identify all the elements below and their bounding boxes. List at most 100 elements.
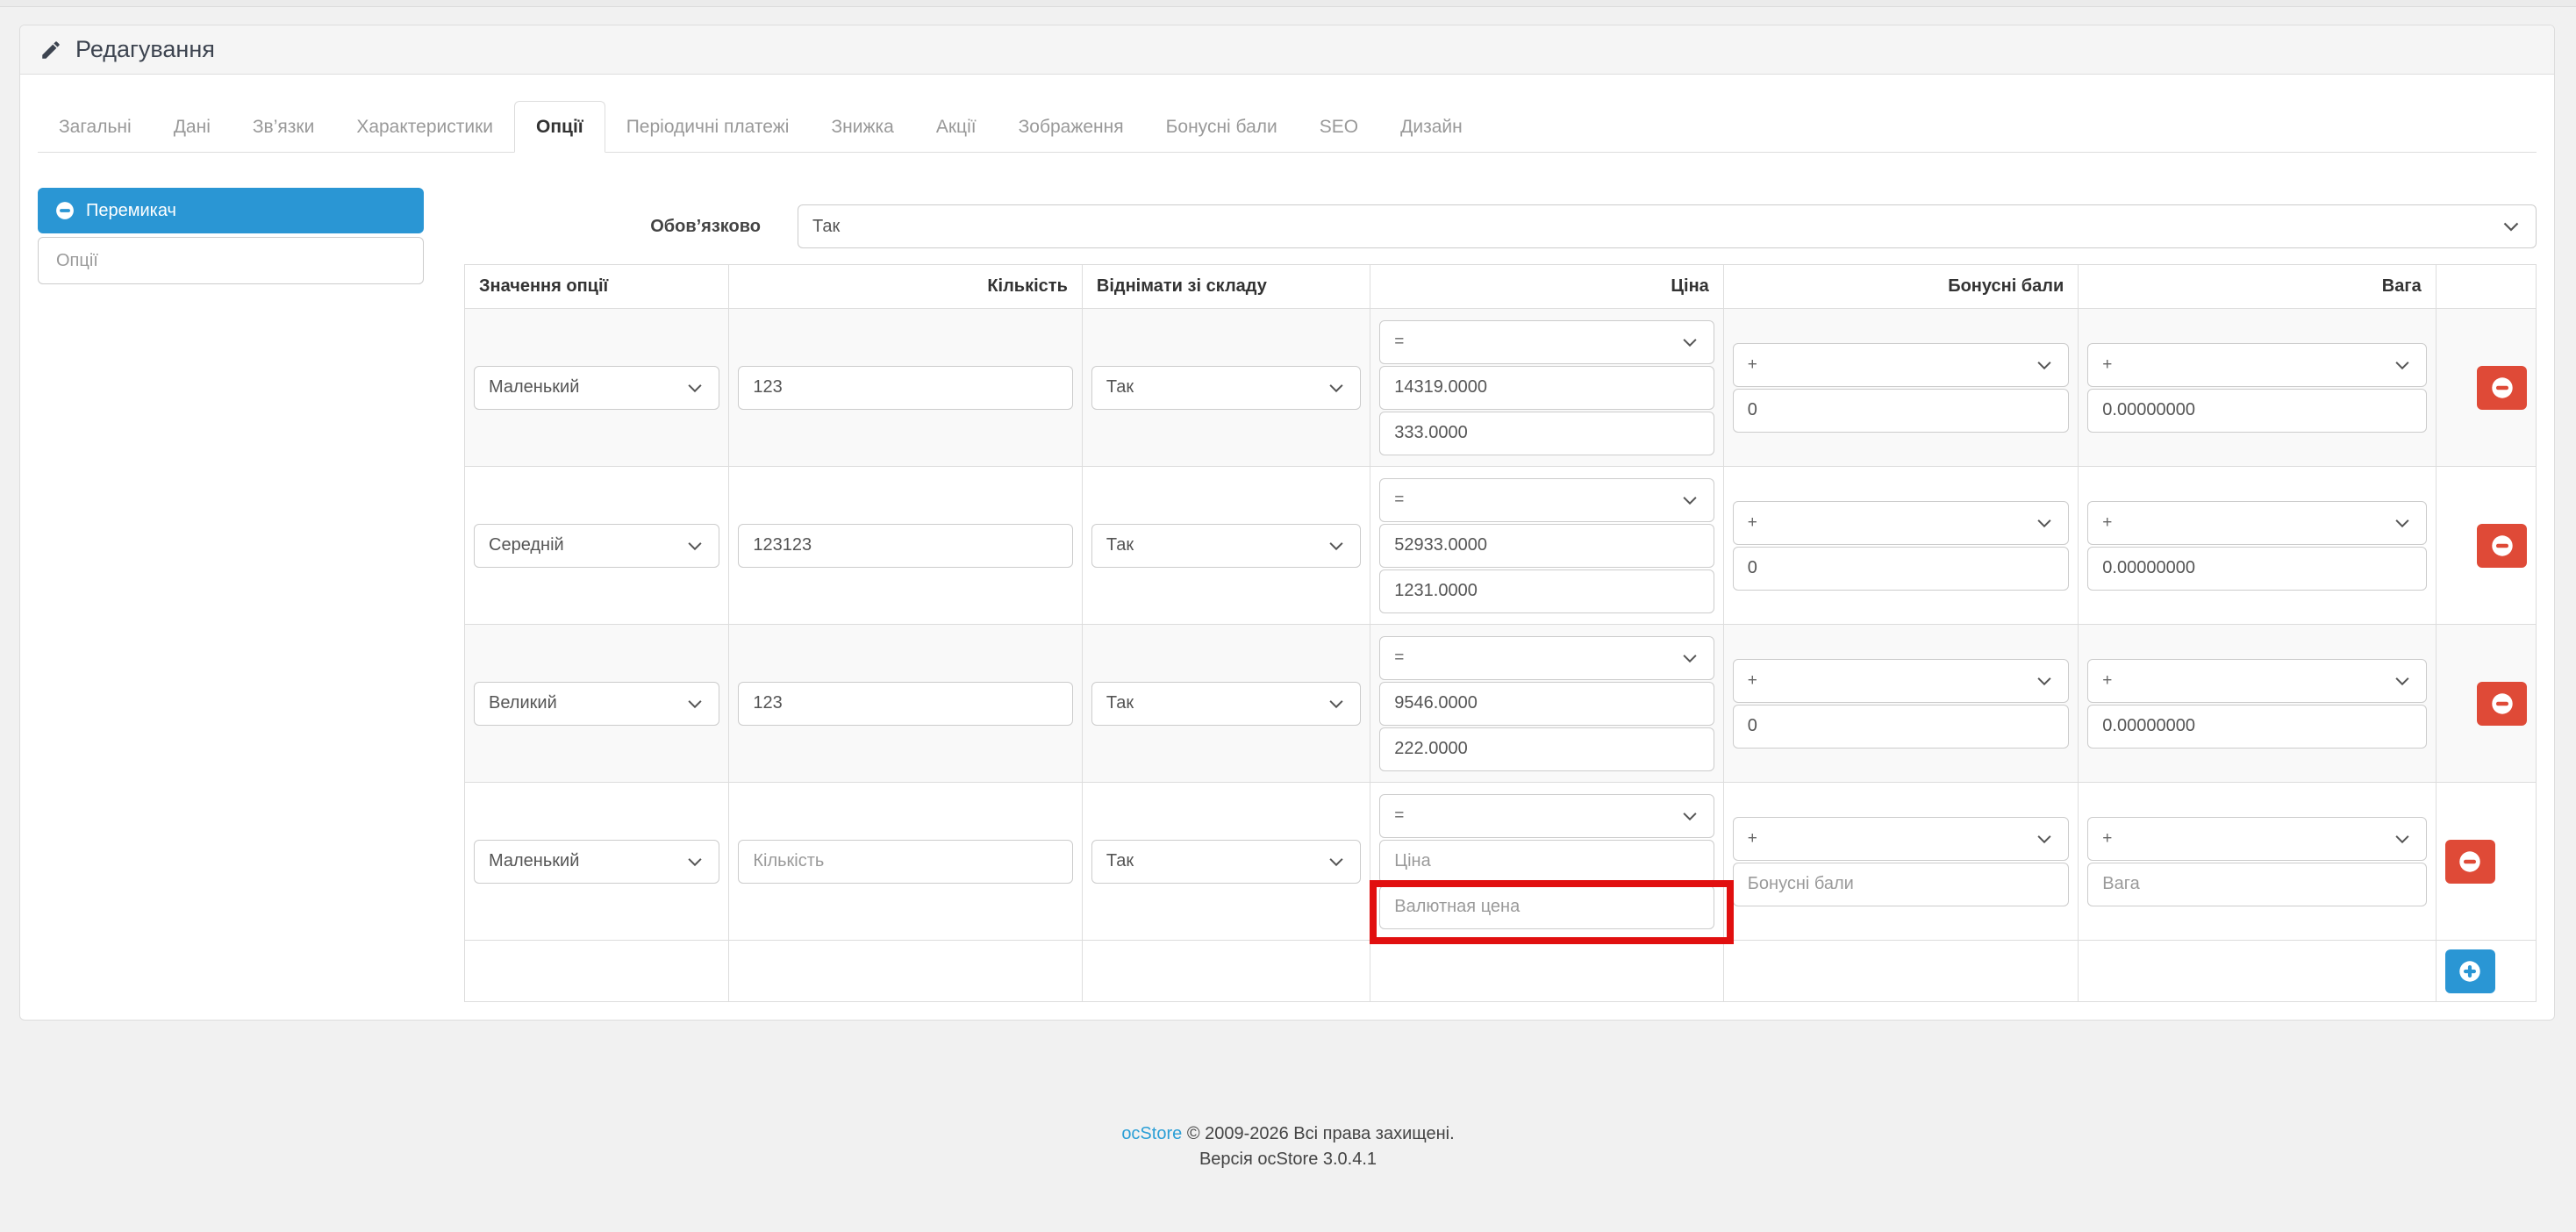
price-prefix-select[interactable]: = (1379, 477, 1714, 522)
option-value-select[interactable]: Маленький (474, 839, 720, 884)
weight-prefix-select[interactable]: + (2087, 342, 2427, 387)
points-prefix-value: + (1747, 512, 1757, 532)
tab-recurring[interactable]: Періодичні платежі (605, 102, 811, 152)
chevron-down-icon (1329, 857, 1343, 866)
price-prefix-select[interactable]: = (1379, 793, 1714, 838)
selected-option-label: Перемикач (86, 200, 176, 220)
price-prefix-value: = (1394, 490, 1405, 509)
points-input[interactable] (1732, 704, 2070, 749)
points-input[interactable] (1732, 546, 2070, 591)
subtract-stock-select[interactable]: Так (1091, 365, 1362, 410)
remove-row-button[interactable] (2477, 523, 2527, 568)
weight-prefix-value: + (2102, 355, 2113, 374)
quantity-input[interactable] (738, 523, 1073, 568)
chevron-down-icon (2037, 677, 2051, 685)
tab-special[interactable]: Акції (915, 102, 998, 152)
price-prefix-select[interactable]: = (1379, 635, 1714, 680)
price-prefix-select[interactable]: = (1379, 319, 1714, 364)
points-prefix-select[interactable]: + (1732, 342, 2070, 387)
remove-row-button[interactable] (2477, 681, 2527, 726)
subtract-stock-select[interactable]: Так (1091, 681, 1362, 726)
subtract-stock-select-value: Так (1106, 851, 1134, 870)
remove-row-button[interactable] (2444, 839, 2495, 884)
weight-input[interactable] (2087, 862, 2427, 906)
chevron-down-icon (2037, 834, 2051, 843)
weight-prefix-select[interactable]: + (2087, 658, 2427, 703)
currency-price-input[interactable] (1379, 411, 1714, 455)
price-prefix-value: = (1394, 648, 1405, 667)
option-value-select-value: Середній (489, 535, 564, 555)
currency-price-input[interactable] (1379, 727, 1714, 771)
tab-discount[interactable]: Знижка (810, 102, 914, 152)
required-select-value: Так (812, 216, 841, 236)
weight-input[interactable] (2087, 546, 2427, 591)
col-header-reward-points: Бонусні бали (1722, 264, 2079, 309)
quantity-input[interactable] (738, 365, 1073, 410)
tab-seo[interactable]: SEO (1299, 102, 1379, 152)
minus-circle-icon (55, 201, 75, 220)
page-title: Редагування (75, 36, 215, 62)
currency-price-input[interactable] (1379, 885, 1714, 929)
subtract-stock-select-value: Так (1106, 377, 1134, 397)
chevron-down-icon (1683, 338, 1697, 347)
weight-prefix-select[interactable]: + (2087, 500, 2427, 545)
add-option-input[interactable] (38, 237, 424, 284)
price-prefix-value: = (1394, 806, 1405, 825)
panel-heading: Редагування (20, 25, 2554, 75)
col-header-actions (2435, 264, 2537, 309)
option-value-select[interactable]: Маленький (474, 365, 720, 410)
quantity-input[interactable] (738, 681, 1073, 726)
remove-row-button[interactable] (2477, 365, 2527, 410)
points-input[interactable] (1732, 388, 2070, 433)
points-prefix-value: + (1747, 355, 1757, 374)
points-prefix-select[interactable]: + (1732, 500, 2070, 545)
subtract-stock-select[interactable]: Так (1091, 839, 1362, 884)
option-value-select-value: Великий (489, 693, 557, 713)
points-prefix-select[interactable]: + (1732, 816, 2070, 861)
tab-links[interactable]: Зв’язки (232, 102, 335, 152)
weight-input[interactable] (2087, 388, 2427, 433)
tab-reward-points[interactable]: Бонусні бали (1145, 102, 1299, 152)
chevron-down-icon (1329, 383, 1343, 392)
points-prefix-select[interactable]: + (1732, 658, 2070, 703)
quantity-input[interactable] (738, 839, 1073, 884)
add-row-button[interactable] (2444, 949, 2495, 993)
weight-prefix-value: + (2102, 828, 2113, 848)
product-tabs: Загальні Дані Зв’язки Характеристики Опц… (38, 101, 2537, 153)
table-header-row: Значення опції Кількість Віднімати зі ск… (463, 264, 2537, 309)
weight-prefix-select[interactable]: + (2087, 816, 2427, 861)
selected-option-item[interactable]: Перемикач (38, 188, 424, 233)
option-value-select[interactable]: Великий (474, 681, 720, 726)
ocstore-link[interactable]: ocStore (1121, 1124, 1182, 1143)
tab-attribute[interactable]: Характеристики (335, 102, 514, 152)
price-input[interactable] (1379, 681, 1714, 726)
weight-prefix-value: + (2102, 670, 2113, 690)
weight-input[interactable] (2087, 704, 2427, 749)
chevron-down-icon (2503, 222, 2519, 232)
required-label: Обов’язково (650, 216, 761, 236)
chevron-down-icon (2395, 834, 2409, 843)
price-input[interactable] (1379, 839, 1714, 884)
chevron-down-icon (2395, 519, 2409, 527)
points-prefix-value: + (1747, 670, 1757, 690)
option-value-select-value: Маленький (489, 851, 580, 870)
option-value-select[interactable]: Середній (474, 523, 720, 568)
price-input[interactable] (1379, 365, 1714, 410)
points-input[interactable] (1732, 862, 2070, 906)
pencil-icon (39, 39, 62, 61)
required-select[interactable]: Так (798, 204, 2537, 248)
subtract-stock-select[interactable]: Так (1091, 523, 1362, 568)
chevron-down-icon (1683, 654, 1697, 663)
chevron-down-icon (2395, 361, 2409, 369)
col-header-price: Ціна (1370, 264, 1724, 309)
tab-design[interactable]: Дизайн (1379, 102, 1484, 152)
price-input[interactable] (1379, 523, 1714, 568)
option-value-row: Великий Так = (463, 624, 2537, 783)
subtract-stock-select-value: Так (1106, 535, 1134, 555)
currency-price-input[interactable] (1379, 569, 1714, 613)
tab-option[interactable]: Опції (514, 101, 605, 153)
chevron-down-icon (1683, 496, 1697, 505)
tab-data[interactable]: Дані (153, 102, 232, 152)
tab-image[interactable]: Зображення (998, 102, 1145, 152)
tab-general[interactable]: Загальні (38, 102, 153, 152)
